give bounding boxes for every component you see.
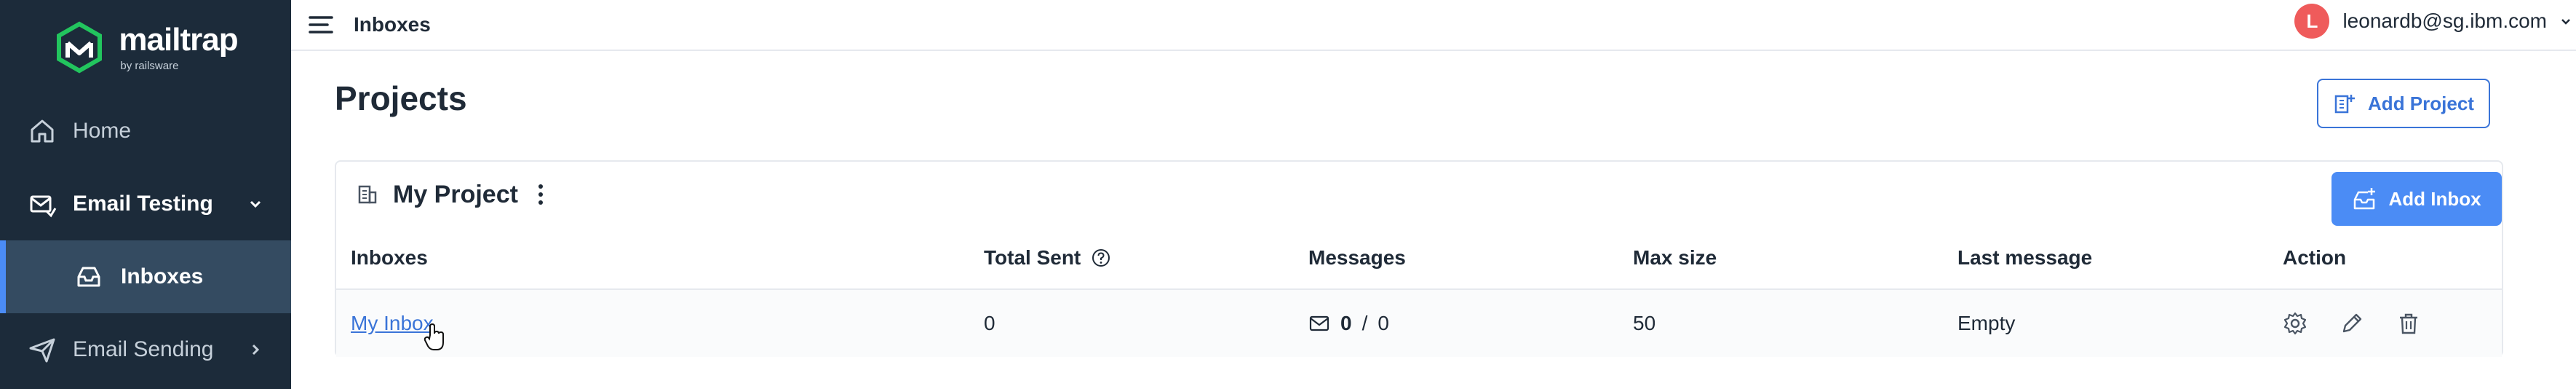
topbar-title: Inboxes	[354, 13, 431, 36]
inbox-name[interactable]: My Inbox	[351, 312, 434, 335]
email-testing-icon	[30, 195, 57, 218]
sidebar-item-label: Email Sending	[73, 337, 214, 361]
hand-cursor-icon	[424, 323, 444, 350]
messages-unread: 0	[1340, 312, 1352, 334]
chevron-down-icon	[2561, 19, 2570, 25]
home-icon	[31, 119, 54, 143]
column-header-total-sent: Total Sent	[984, 246, 1111, 270]
brand-name: mailtrap	[119, 21, 238, 58]
help-icon[interactable]	[1091, 248, 1111, 268]
page-title: Projects	[335, 79, 467, 117]
logo[interactable]: mailtrap by railsware	[0, 0, 291, 95]
sidebar-item-inboxes[interactable]: Inboxes	[0, 240, 291, 313]
total-sent-value: 0	[984, 312, 995, 334]
menu-icon[interactable]	[309, 15, 333, 35]
column-header-last-message: Last message	[1957, 246, 2093, 269]
column-header-max-size: Max size	[1633, 246, 1717, 269]
add-inbox-label: Add Inbox	[2388, 187, 2481, 210]
delete-trash-icon[interactable]	[2396, 311, 2421, 336]
project-name: My Project	[393, 180, 518, 208]
inbox-icon	[77, 267, 100, 287]
brand-sub: by railsware	[120, 59, 179, 72]
sidebar-item-email-testing[interactable]: Email Testing	[0, 168, 291, 240]
last-message-value: Empty	[1957, 312, 2016, 334]
send-icon	[29, 338, 55, 363]
sidebar: mailtrap by railsware Home Email Testing	[0, 0, 291, 389]
messages-cell: 0 / 0	[1308, 312, 1389, 335]
add-inbox-icon	[2354, 188, 2376, 210]
envelope-icon	[1309, 315, 1329, 331]
kebab-menu-icon[interactable]	[537, 183, 544, 206]
add-project-button[interactable]: Add Project	[2317, 79, 2490, 128]
project-card: My Project Add Inbox Inboxes Total Sent …	[335, 160, 2503, 357]
sidebar-item-label: Email Testing	[73, 192, 213, 216]
inbox-link[interactable]: My Inbox	[351, 312, 434, 335]
column-header-label: Total Sent	[984, 246, 1081, 269]
add-project-icon	[2334, 95, 2356, 114]
table-header: Inboxes Total Sent Messages Max size Las…	[336, 227, 2502, 288]
column-header-inboxes: Inboxes	[351, 246, 428, 269]
messages-total: 0	[1378, 312, 1389, 334]
topbar: Inboxes L leonardb@sg.ibm.com	[291, 0, 2576, 51]
user-email: leonardb@sg.ibm.com	[2342, 9, 2547, 32]
max-size-value: 50	[1633, 312, 1656, 334]
project-header: My Project Add Inbox	[336, 162, 2502, 227]
sidebar-item-home[interactable]: Home	[0, 95, 291, 168]
add-project-label: Add Project	[2368, 92, 2474, 114]
column-header-messages: Messages	[1308, 246, 1406, 269]
project-icon	[358, 185, 377, 204]
user-menu[interactable]: L leonardb@sg.ibm.com	[2294, 0, 2576, 42]
sidebar-item-label: Inboxes	[121, 264, 204, 288]
sidebar-item-email-sending[interactable]: Email Sending	[0, 313, 291, 386]
row-actions	[2283, 311, 2421, 336]
avatar: L	[2294, 4, 2330, 39]
settings-gear-icon[interactable]	[2283, 311, 2307, 336]
main-content: Inboxes L leonardb@sg.ibm.com Projects A…	[291, 0, 2576, 389]
add-inbox-button[interactable]: Add Inbox	[2331, 172, 2502, 226]
chevron-right-icon	[252, 344, 260, 355]
table-row: My Inbox 0 0 / 0 50 Empty	[336, 288, 2502, 357]
edit-pencil-icon[interactable]	[2340, 311, 2364, 336]
messages-separator: /	[1361, 312, 1368, 334]
column-header-action: Action	[2283, 246, 2347, 269]
mailtrap-logo-icon	[57, 21, 103, 74]
chevron-down-icon	[250, 200, 261, 208]
sidebar-item-label: Home	[73, 119, 132, 143]
